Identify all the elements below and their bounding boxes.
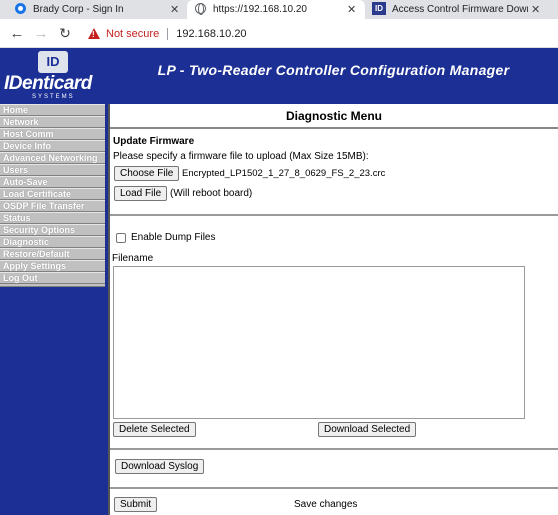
sidebar: Home Network Host Comm Device Info Advan… [0, 104, 108, 515]
tab-brady-sign-in[interactable]: Brady Corp - Sign In ✕ [0, 0, 186, 19]
enable-dump-files-row[interactable]: Enable Dump Files [116, 232, 215, 243]
page-title: LP - Two-Reader Controller Configuration… [157, 62, 510, 78]
download-syslog-button[interactable]: Download Syslog [115, 459, 205, 474]
choose-file-button[interactable]: Choose File [114, 166, 180, 181]
sidebar-item-advanced-networking[interactable]: Advanced Networking [0, 152, 105, 164]
tab-title: https://192.168.10.20 [213, 4, 307, 15]
reboot-note: (Will reboot board) [170, 188, 253, 199]
logo-wordmark: IDenticard [4, 73, 92, 94]
download-selected-button[interactable]: Download Selected [318, 422, 417, 437]
sidebar-item-auto-save[interactable]: Auto-Save [0, 176, 105, 188]
url-text[interactable]: 192.168.10.20 [176, 28, 246, 40]
address-divider [167, 27, 169, 40]
diagnostic-menu-heading: Diagnostic Menu [110, 104, 558, 129]
sidebar-item-apply-settings[interactable]: Apply Settings [0, 260, 105, 272]
id-favicon-icon: ID [372, 2, 386, 15]
enable-dump-files-checkbox[interactable] [116, 232, 126, 243]
close-icon[interactable]: ✕ [347, 3, 356, 16]
sidebar-menu-end [0, 284, 105, 287]
address-bar[interactable]: Not secure 192.168.10.20 [80, 24, 558, 43]
tab-active-url[interactable]: https://192.168.10.20 ✕ [187, 0, 365, 19]
sidebar-item-network[interactable]: Network [0, 116, 105, 128]
submit-button[interactable]: Submit [114, 497, 158, 512]
sidebar-item-host-comm[interactable]: Host Comm [0, 128, 105, 140]
section-divider [110, 448, 558, 450]
delete-selected-button[interactable]: Delete Selected [113, 422, 196, 437]
reload-icon[interactable]: ↻ [56, 24, 74, 42]
selected-file-name: Encrypted_LP1502_1_27_8_0629_FS_2_23.crc [182, 168, 386, 179]
section-divider [110, 487, 558, 489]
identicard-logo: ID IDenticard SYSTEMS [2, 48, 105, 104]
warning-icon[interactable] [88, 28, 100, 39]
security-status[interactable]: Not secure [106, 28, 159, 40]
sidebar-item-load-certificate[interactable]: Load Certificate [0, 188, 105, 200]
sidebar-menu: Home Network Host Comm Device Info Advan… [0, 104, 105, 287]
sidebar-item-device-info[interactable]: Device Info [0, 140, 105, 152]
back-arrow-icon[interactable]: ← [8, 24, 26, 42]
firmware-instructions: Please specify a firmware file to upload… [113, 151, 369, 162]
browser-toolbar: ← → ↻ Not secure 192.168.10.20 [0, 19, 558, 48]
sidebar-item-security-options[interactable]: Security Options [0, 224, 105, 236]
section-divider [110, 214, 558, 216]
sidebar-item-status[interactable]: Status [0, 212, 105, 224]
sidebar-item-log-out[interactable]: Log Out [0, 272, 105, 284]
sidebar-item-restore-default[interactable]: Restore/Default [0, 248, 105, 260]
tab-firmware-download[interactable]: ID Access Control Firmware Downlo ✕ [366, 0, 558, 19]
page-header: ID IDenticard SYSTEMS LP - Two-Reader Co… [0, 48, 558, 104]
sidebar-item-diagnostic[interactable]: Diagnostic [0, 236, 105, 248]
enable-dump-files-label: Enable Dump Files [131, 232, 216, 243]
close-icon[interactable]: ✕ [531, 3, 540, 16]
save-changes-caption: Save changes [294, 499, 358, 510]
tab-title: Access Control Firmware Downlo [392, 4, 528, 15]
circle-favicon-icon [15, 3, 26, 14]
tab-title: Brady Corp - Sign In [33, 4, 124, 15]
dump-file-list[interactable] [113, 266, 525, 419]
logo-subtitle: SYSTEMS [32, 94, 75, 100]
main-content: Diagnostic Menu Update Firmware Please s… [108, 104, 558, 515]
filename-label: Filename [112, 253, 154, 264]
globe-icon [195, 3, 206, 15]
sidebar-item-osdp-file-transfer[interactable]: OSDP File Transfer [0, 200, 105, 212]
browser-tab-bar: Brady Corp - Sign In ✕ https://192.168.1… [0, 0, 558, 19]
forward-arrow-icon[interactable]: → [32, 24, 50, 42]
sidebar-item-users[interactable]: Users [0, 164, 105, 176]
load-file-button[interactable]: Load File [114, 186, 168, 201]
update-firmware-title: Update Firmware [113, 136, 195, 147]
close-icon[interactable]: ✕ [170, 3, 179, 16]
sidebar-item-home[interactable]: Home [0, 104, 105, 116]
logo-badge: ID [38, 51, 68, 73]
